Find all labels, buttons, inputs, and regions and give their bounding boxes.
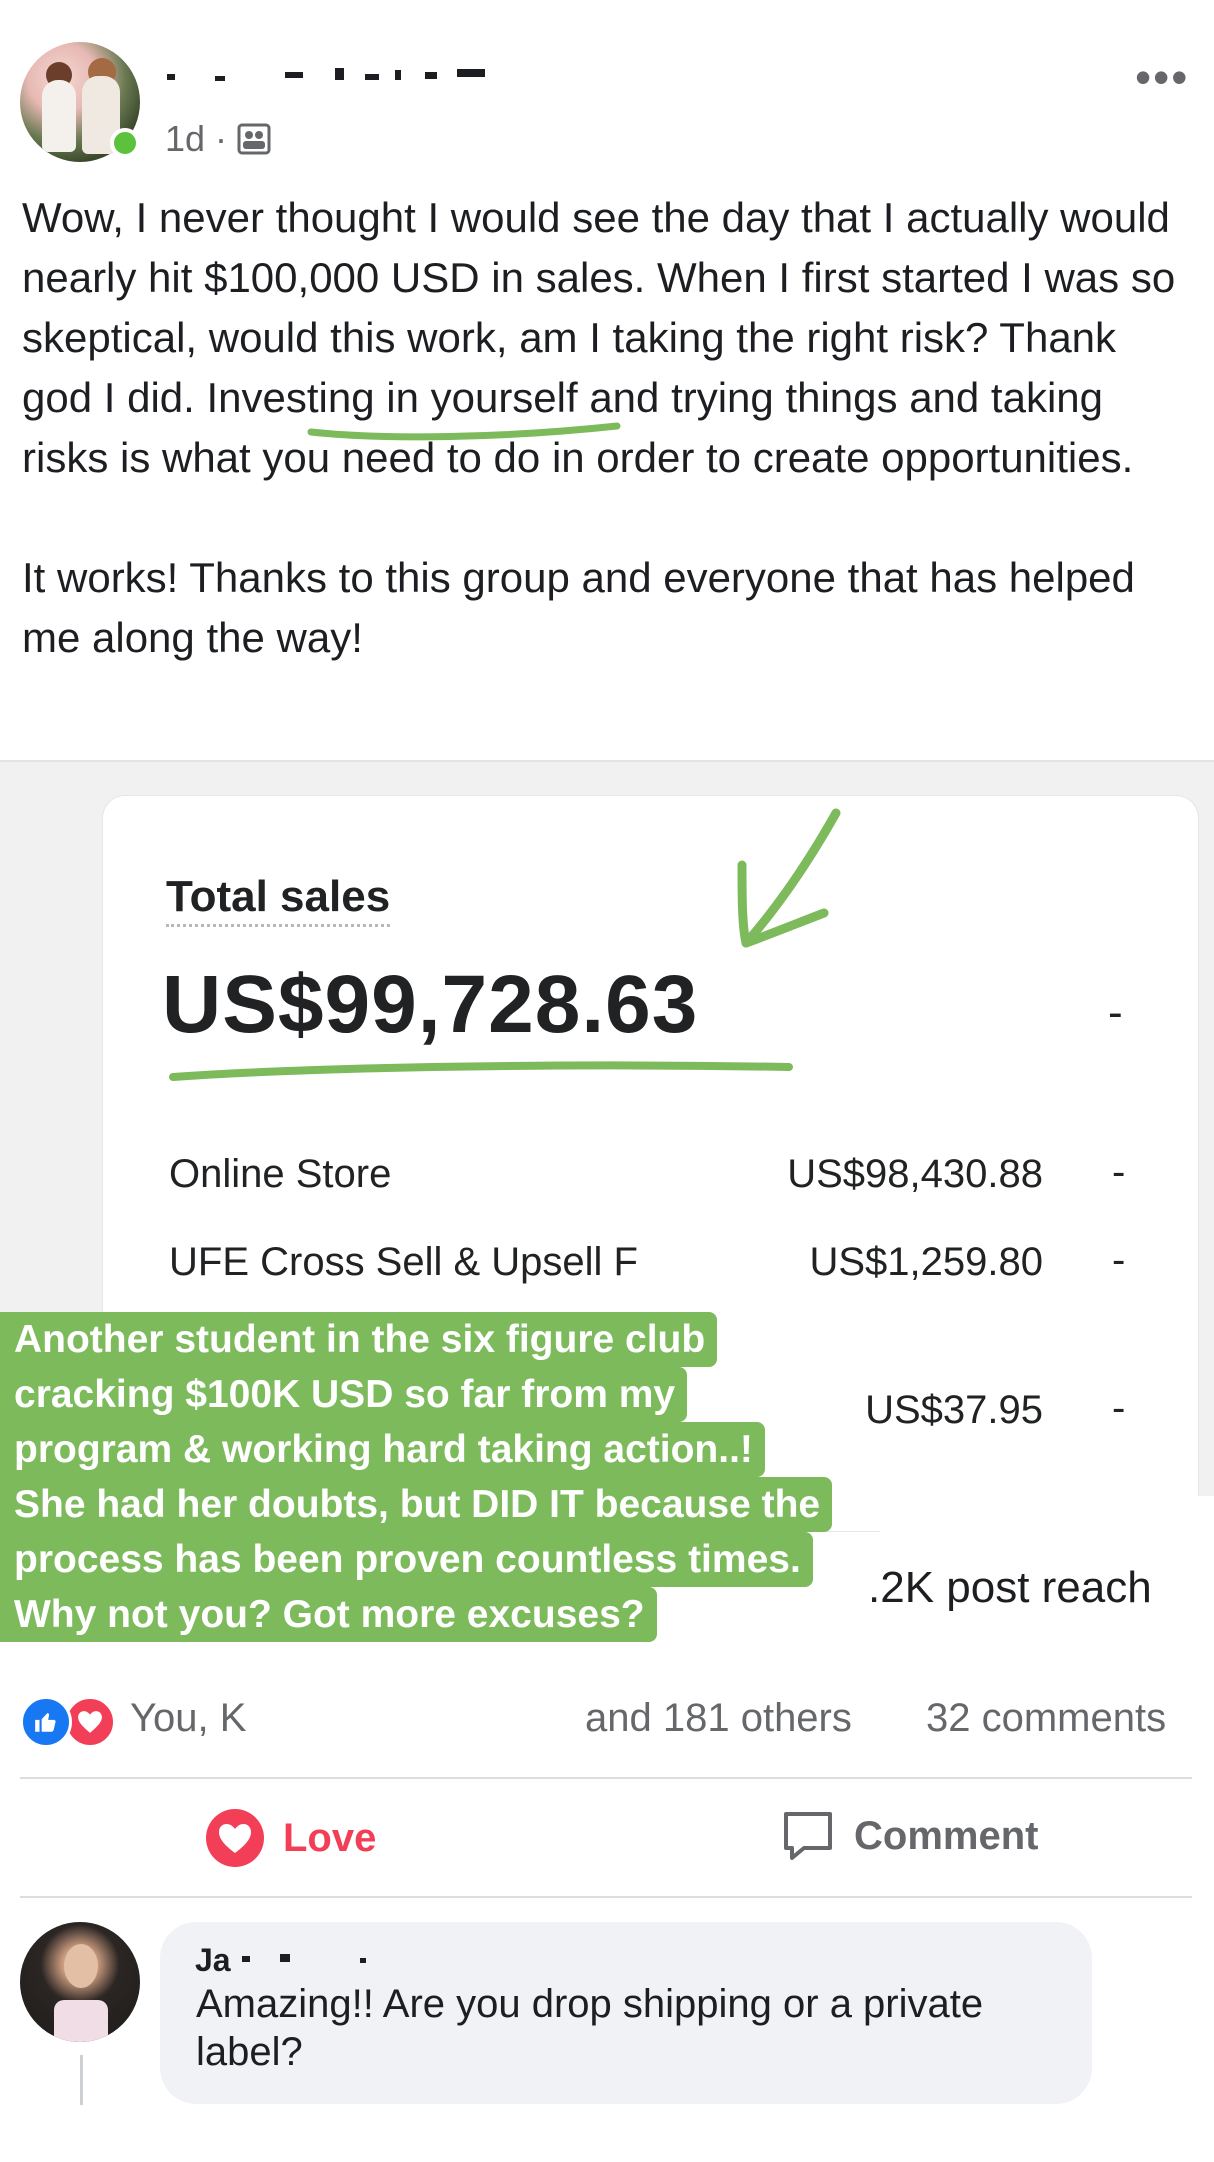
sales-row-value: US$1,259.80 bbox=[809, 1240, 1043, 1284]
comment-button[interactable]: Comment bbox=[780, 1808, 1038, 1864]
sales-row-label: UFE Cross Sell & Upsell F bbox=[169, 1240, 638, 1284]
like-reaction-icon bbox=[20, 1696, 72, 1748]
post-meta: 1d · bbox=[165, 118, 271, 160]
group-audience-icon bbox=[237, 123, 271, 155]
commenter-name-partial: Ja bbox=[195, 1942, 231, 1978]
commenter-name[interactable]: Ja bbox=[195, 1942, 231, 1979]
caption-line: She had her doubts, but DID IT because t… bbox=[0, 1477, 833, 1532]
comment-text: Amazing!! Are you drop shipping or a pri… bbox=[196, 1982, 984, 2074]
comment-button-label: Comment bbox=[854, 1813, 1039, 1858]
total-underline-annotation bbox=[169, 1061, 793, 1081]
caption-line: cracking $100K USD so far from my bbox=[0, 1367, 688, 1422]
sales-row-dash: - bbox=[1112, 1238, 1126, 1282]
green-underline-annotation bbox=[307, 422, 621, 441]
total-sales-label: Total sales bbox=[166, 872, 391, 927]
meta-separator: · bbox=[215, 118, 228, 159]
green-arrow-annotation bbox=[737, 808, 841, 948]
sales-row-value: US$98,430.88 bbox=[787, 1152, 1043, 1196]
commenter-avatar[interactable] bbox=[20, 1922, 140, 2042]
divider bbox=[20, 1777, 1192, 1779]
caption-line: program & working hard taking action..! bbox=[0, 1422, 765, 1477]
post-time[interactable]: 1d bbox=[165, 118, 205, 160]
promo-caption: Another student in the six figure club c… bbox=[0, 1312, 930, 1642]
total-sales-value: US$99,728.63 bbox=[162, 959, 699, 1050]
love-icon bbox=[206, 1809, 264, 1867]
commenter-name-redacted bbox=[242, 1954, 366, 1963]
reaction-icons[interactable] bbox=[20, 1696, 116, 1748]
sales-row-dash: - bbox=[1112, 1150, 1126, 1194]
total-sales-dash: - bbox=[1108, 988, 1123, 1037]
reaction-names[interactable]: You, K bbox=[130, 1696, 246, 1741]
love-button[interactable]: Love bbox=[205, 1808, 376, 1868]
love-button-label: Love bbox=[283, 1815, 377, 1860]
comment-icon bbox=[784, 1812, 832, 1860]
caption-line: process has been proven countless times. bbox=[0, 1532, 813, 1587]
sales-row-dash: - bbox=[1112, 1386, 1126, 1430]
divider bbox=[20, 1896, 1192, 1898]
sales-row-label: Online Store bbox=[169, 1152, 392, 1196]
caption-line: Another student in the six figure club bbox=[0, 1312, 718, 1367]
online-status-dot bbox=[110, 128, 140, 158]
author-name-redacted[interactable] bbox=[165, 60, 585, 86]
comments-count[interactable]: 32 comments bbox=[926, 1696, 1166, 1741]
reaction-others-count[interactable]: and 181 others bbox=[585, 1696, 852, 1741]
thread-line bbox=[80, 2055, 83, 2105]
post-reach[interactable]: .2K post reach bbox=[868, 1563, 1152, 1613]
more-options-button[interactable]: ••• bbox=[1135, 50, 1189, 104]
caption-line: Why not you? Got more excuses? bbox=[0, 1587, 657, 1642]
